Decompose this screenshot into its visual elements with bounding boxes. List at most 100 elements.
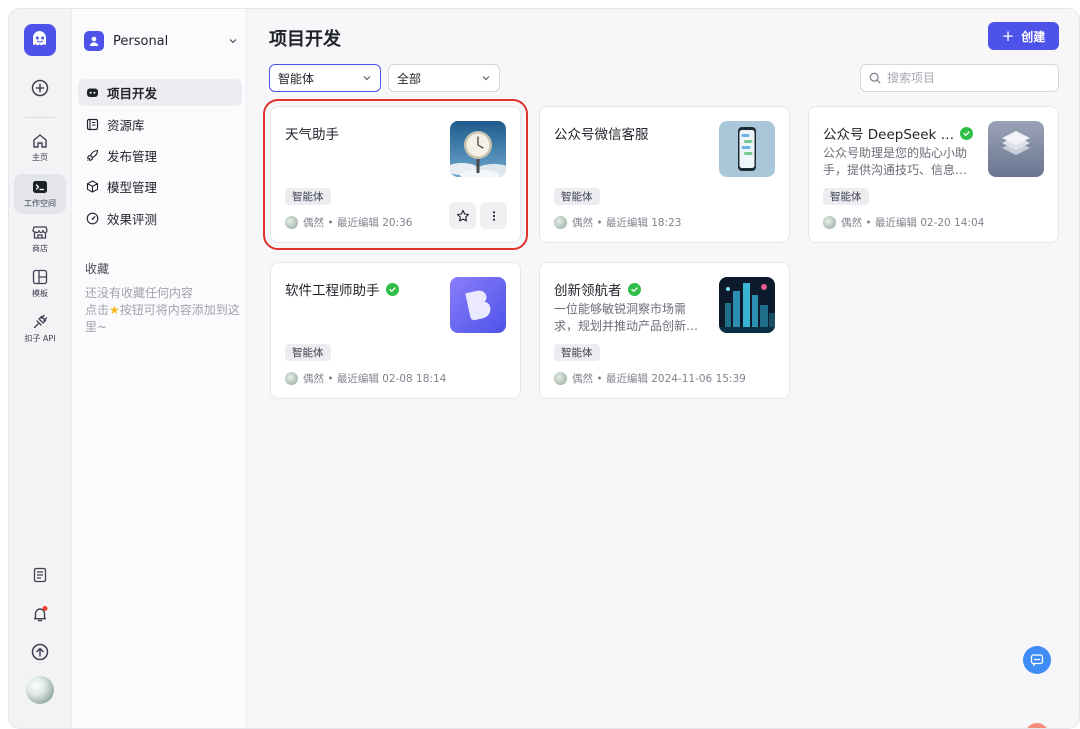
card-meta: 偶然 • 最近编辑 18:23 [554, 215, 681, 230]
rail-item-label: 主页 [32, 153, 48, 162]
nav-item-library[interactable]: 资源库 [78, 111, 242, 138]
star-icon: ★ [109, 303, 120, 317]
card-thumbnail [719, 121, 775, 177]
card-meta: 偶然 • 最近编辑 2024-11-06 15:39 [554, 371, 746, 386]
author-avatar [554, 216, 567, 229]
card-meta: 偶然 • 最近编辑 02-20 14:04 [823, 215, 984, 230]
rail-item-api[interactable]: 扣子 API [9, 314, 71, 344]
layers-image [988, 121, 1044, 177]
workspace-name: Personal [113, 33, 169, 49]
rail-item-label: 模板 [32, 289, 48, 298]
project-card-weather[interactable]: 天气助手 智能体 偶然 • 最近编辑 20:36 [263, 99, 528, 250]
author-avatar [285, 216, 298, 229]
author-avatar [823, 216, 836, 229]
template-icon [32, 269, 48, 285]
scope-filter-value: 全部 [397, 71, 422, 86]
rail-item-label: 工作空间 [24, 199, 56, 208]
user-icon [84, 31, 104, 51]
project-card-innovation-navigator[interactable]: 创新领航者 一位能够敏锐洞察市场需求，规划并推动产品创新… 智能体 偶然 • 最… [539, 262, 790, 399]
nav-item-publish[interactable]: 发布管理 [78, 142, 242, 169]
rail-item-label: 商店 [32, 244, 48, 253]
project-card-software-engineer[interactable]: 软件工程师助手 智能体 偶然 • 最近编辑 02-08 18:14 [270, 262, 521, 399]
author-avatar [285, 372, 298, 385]
type-filter-select[interactable]: 智能体 [269, 64, 381, 92]
feedback-button[interactable] [1023, 646, 1051, 674]
project-card-wechat-service[interactable]: 公众号微信客服 智能体 偶然 • 最近编辑 18:23 [539, 106, 790, 243]
chevron-down-icon [229, 39, 237, 44]
bot-icon [85, 86, 99, 100]
phone-image [719, 121, 775, 177]
card-title: 软件工程师助手 [285, 279, 399, 299]
card-author: 偶然 [841, 217, 862, 229]
app-logo[interactable] [24, 24, 56, 56]
card-title: 公众号 DeepSeek … [823, 123, 974, 143]
favorites-empty-line: 点击★按钮可将内容添加到这里~ [85, 302, 245, 336]
rail-item-store[interactable]: 商店 [9, 224, 71, 254]
chevron-down-icon [482, 76, 490, 81]
rail-item-template[interactable]: 模板 [9, 269, 71, 299]
author-avatar [554, 372, 567, 385]
bell-icon [33, 606, 48, 622]
more-button[interactable] [480, 202, 507, 229]
rail-item-home[interactable]: 主页 [9, 133, 71, 163]
main-content: 项目开发 + 创建 智能体 全部 天气助手 [247, 9, 1079, 728]
card-tag: 智能体 [554, 344, 600, 361]
coze-logo-icon [33, 31, 46, 46]
new-button[interactable] [9, 79, 71, 97]
b-letter-image [450, 277, 506, 333]
chevron-down-icon [363, 76, 371, 81]
sidebar: Personal 项目开发 资源库 发布管理 模型管理 效果评测 收藏 还没有收… [71, 9, 247, 728]
search-box[interactable] [860, 64, 1059, 92]
card-meta: 偶然 • 最近编辑 02-08 18:14 [285, 371, 446, 386]
city-night-image [719, 277, 775, 333]
clock-sky-image [450, 121, 506, 177]
project-card-deepseek[interactable]: 公众号 DeepSeek … 公众号助理是您的贴心小助手，提供沟通技巧、信息… … [808, 106, 1059, 243]
favorites-hint-prefix: 点击 [85, 303, 110, 317]
page-title: 项目开发 [269, 29, 341, 50]
assistant-avatar[interactable] [1025, 723, 1049, 728]
type-filter-value: 智能体 [278, 71, 315, 86]
card-edited: • 最近编辑 2024-11-06 15:39 [596, 373, 746, 385]
search-input[interactable] [887, 71, 1037, 85]
verified-icon [385, 282, 399, 296]
card-tag: 智能体 [554, 188, 600, 205]
nav-item-evaluation[interactable]: 效果评测 [78, 205, 242, 232]
user-avatar[interactable] [9, 676, 71, 704]
verified-icon [960, 126, 974, 140]
favorite-button[interactable] [449, 202, 476, 229]
card-description: 一位能够敏锐洞察市场需求，规划并推动产品创新… [554, 302, 699, 333]
card-author: 偶然 [572, 217, 593, 229]
card-thumbnail [450, 121, 506, 177]
left-rail: 主页 工作空间 商店 模板 扣子 API [9, 9, 71, 728]
notification-dot [42, 606, 48, 611]
card-edited: • 最近编辑 02-20 14:04 [865, 217, 985, 229]
scope-filter-select[interactable]: 全部 [388, 64, 500, 92]
docs-button[interactable] [9, 567, 71, 583]
card-title: 天气助手 [285, 123, 339, 143]
card-tag: 智能体 [285, 188, 331, 205]
card-meta: 偶然 • 最近编辑 20:36 [285, 215, 412, 230]
card-thumbnail [988, 121, 1044, 177]
card-tag: 智能体 [823, 188, 869, 205]
more-vertical-icon [492, 210, 495, 221]
card-author: 偶然 [303, 373, 324, 385]
rocket-icon [85, 149, 99, 163]
document-icon [33, 567, 47, 583]
create-button[interactable]: + 创建 [988, 22, 1059, 50]
card-edited: • 最近编辑 18:23 [596, 217, 682, 229]
card-thumbnail [450, 277, 506, 333]
favorites-empty-text: 还没有收藏任何内容 点击★按钮可将内容添加到这里~ [85, 285, 245, 336]
notifications-button[interactable] [9, 605, 71, 623]
cube-icon [85, 180, 99, 194]
rail-item-workspace[interactable]: 工作空间 [9, 179, 71, 209]
nav-item-models[interactable]: 模型管理 [78, 173, 242, 200]
nav-item-label: 项目开发 [107, 86, 158, 101]
card-actions [449, 202, 507, 229]
nav-item-projects[interactable]: 项目开发 [78, 79, 242, 106]
home-icon [33, 134, 47, 148]
nav-item-label: 发布管理 [107, 149, 158, 164]
upgrade-button[interactable] [9, 643, 71, 661]
workspace-switcher[interactable]: Personal [84, 29, 238, 53]
nav-item-label: 模型管理 [107, 180, 158, 195]
chat-icon [1030, 654, 1044, 667]
